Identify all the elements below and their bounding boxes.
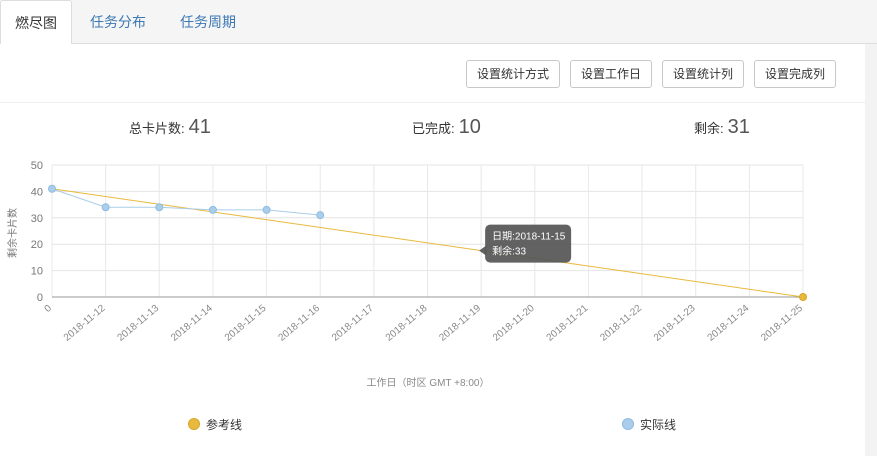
y-tick-label: 20 (31, 239, 43, 251)
y-axis-ticks: 0 10 20 30 40 50 (31, 160, 43, 304)
toolbar: 设置统计方式 设置工作日 设置统计列 设置完成列 (0, 44, 865, 103)
legend-reference-dot (188, 418, 200, 430)
stat-total-label: 总卡片数: (129, 121, 185, 136)
y-tick-label: 10 (31, 266, 43, 278)
legend-reference[interactable]: 参考线 (188, 416, 242, 432)
y-tick-label: 40 (31, 186, 43, 198)
legend-reference-label: 参考线 (206, 418, 243, 432)
x-tick-label: 2018-11-12 (62, 303, 108, 344)
x-tick-label: 2018-11-20 (491, 303, 537, 344)
set-done-column-button[interactable]: 设置完成列 (754, 60, 836, 88)
x-tick-label: 2018-11-22 (598, 303, 644, 344)
chart-tooltip: 日期:2018-11-15 剩余:33 (479, 224, 572, 263)
x-tick-label: 2018-11-15 (223, 303, 269, 344)
tooltip-date: 日期:2018-11-15 (492, 231, 566, 243)
stat-total-value: 41 (188, 116, 211, 138)
stat-total: 总卡片数: 41 (129, 116, 211, 142)
x-tick-label: 2018-11-25 (759, 303, 805, 344)
y-tick-label: 30 (31, 213, 43, 225)
x-tick-label: 2018-11-14 (169, 303, 215, 344)
tab-task-distribution[interactable]: 任务分布 (80, 0, 156, 44)
y-tick-label: 0 (37, 292, 43, 304)
tooltip-remaining: 剩余:33 (492, 245, 526, 258)
x-tick-label: 2018-11-13 (116, 303, 162, 344)
actual-point (316, 211, 325, 220)
x-tick-label: 2018-11-19 (437, 303, 483, 344)
stat-done-value: 10 (458, 116, 481, 138)
actual-point (101, 203, 110, 212)
y-axis-label: 剩余卡片数 (6, 208, 19, 258)
actual-point (262, 205, 271, 214)
actual-point (48, 184, 56, 193)
stat-remaining-value: 31 (727, 116, 750, 138)
actual-line (51, 188, 321, 216)
tooltip-arrow (479, 245, 487, 256)
x-tick-label: 2018-11-18 (384, 303, 430, 344)
stat-remaining: 剩余: 31 (694, 116, 750, 142)
burndown-chart: 01020304050 0 2018-11-12 2018-11-13 2018-11… (6, 160, 807, 389)
reference-point (799, 293, 807, 301)
x-tick-label: 2018-11-23 (652, 303, 698, 344)
tab-task-cycle[interactable]: 任务周期 (170, 0, 246, 44)
x-axis-label: 工作日（时区 GMT +8:00） (367, 377, 490, 389)
set-stat-method-button[interactable]: 设置统计方式 (466, 60, 560, 88)
actual-point (208, 205, 217, 214)
tab-burndown[interactable]: 燃尽图 (0, 0, 72, 45)
x-tick-label: 2018-11-21 (545, 303, 591, 344)
set-stat-column-button[interactable]: 设置统计列 (662, 60, 744, 88)
stat-done-label: 已完成: (412, 121, 455, 136)
tab-bar: 燃尽图 任务分布 任务周期 (0, 0, 877, 45)
burndown-panel: 设置统计方式 设置工作日 设置统计列 设置完成列 总卡片数: 41 已完成: 10 … (0, 44, 865, 456)
x-axis-ticks: 0 2018-11-12 2018-11-13 2018-11-14 2018-11-1… (43, 303, 806, 344)
chart-grid (51, 164, 804, 298)
legend-actual[interactable]: 实际线 (622, 416, 676, 432)
actual-point (155, 203, 164, 212)
legend-actual-dot (622, 418, 634, 430)
x-tick-label: 2018-11-16 (276, 303, 322, 344)
x-tick-label: 0 (43, 303, 55, 315)
legend-actual-label: 实际线 (640, 418, 677, 432)
x-tick-label: 2018-11-24 (706, 303, 752, 344)
x-tick-label: 2018-11-17 (330, 303, 376, 344)
stat-remaining-label: 剩余: (694, 121, 724, 136)
y-tick-label: 50 (31, 160, 43, 172)
set-workdays-button[interactable]: 设置工作日 (570, 60, 652, 88)
stat-done: 已完成: 10 (412, 116, 481, 142)
